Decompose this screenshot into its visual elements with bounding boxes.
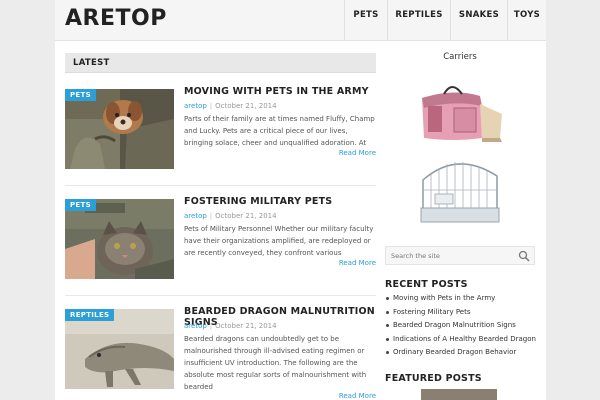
meta-separator: | xyxy=(209,102,213,110)
puppy-soldier-image xyxy=(65,89,174,169)
cat-army-image xyxy=(65,199,174,279)
recent-post-link[interactable]: Moving with Pets in the Army xyxy=(385,294,546,308)
featured-post-thumbnail[interactable] xyxy=(421,389,497,400)
post-title[interactable]: FOSTERING MILITARY PETS xyxy=(184,196,376,207)
meta-separator: | xyxy=(209,322,213,330)
ad-title: Carriers xyxy=(443,52,477,62)
pet-cage-image[interactable] xyxy=(417,150,502,228)
post-divider xyxy=(65,185,376,186)
post-author[interactable]: aretop xyxy=(184,102,207,110)
post-thumbnail[interactable]: REPTILES xyxy=(65,309,174,389)
post-excerpt: Parts of their family are at times named… xyxy=(184,115,375,147)
search-input[interactable] xyxy=(386,247,516,264)
post-excerpt: Pets of Military Personnel Whether our m… xyxy=(184,225,374,257)
post-thumbnail[interactable]: PETS xyxy=(65,89,174,169)
category-badge[interactable]: REPTILES xyxy=(65,309,115,321)
post-excerpt: Bearded dragons can undoubtedly get to b… xyxy=(184,335,367,391)
featured-posts-title: FEATURED POSTS xyxy=(385,373,482,384)
recent-post-link[interactable]: Ordinary Bearded Dragon Behavior xyxy=(385,348,546,362)
post-title[interactable]: MOVING WITH PETS IN THE ARMY xyxy=(184,86,376,97)
recent-post-link[interactable]: Fostering Military Pets xyxy=(385,308,546,322)
sidebar: Carriers Search the site RECENT POSTS Mo… xyxy=(385,0,546,400)
recent-post-link[interactable]: Bearded Dragon Malnutrition Signs xyxy=(385,321,546,335)
read-more-link[interactable]: Read More xyxy=(339,259,376,267)
bearded-dragon-image xyxy=(65,309,174,389)
nav-item-pets[interactable]: PETS xyxy=(344,0,387,41)
recent-post-link[interactable]: Indications of A Healthy Bearded Dragon xyxy=(385,335,546,349)
post-author[interactable]: aretop xyxy=(184,322,207,330)
pet-carrier-image[interactable] xyxy=(414,80,505,146)
post-author[interactable]: aretop xyxy=(184,212,207,220)
page: ARETOP PETS REPTILES SNAKES TOYS LATEST xyxy=(55,0,546,400)
meta-separator: | xyxy=(209,212,213,220)
post-date: October 21, 2014 xyxy=(215,212,277,220)
post-date: October 21, 2014 xyxy=(215,102,277,110)
search-box xyxy=(385,246,535,265)
category-badge[interactable]: PETS xyxy=(65,199,96,211)
site-logo[interactable]: ARETOP xyxy=(65,6,167,31)
read-more-link[interactable]: Read More xyxy=(339,392,376,400)
category-badge[interactable]: PETS xyxy=(65,89,96,101)
read-more-link[interactable]: Read More xyxy=(339,149,376,157)
post-meta: aretop | October 21, 2014 xyxy=(184,102,277,110)
recent-posts-title: RECENT POSTS xyxy=(385,279,468,290)
post-meta: aretop | October 21, 2014 xyxy=(184,212,277,220)
post-meta: aretop | October 21, 2014 xyxy=(184,322,277,330)
recent-posts-list: Moving with Pets in the Army Fostering M… xyxy=(385,294,546,362)
post-thumbnail[interactable]: PETS xyxy=(65,199,174,279)
search-icon[interactable] xyxy=(518,250,530,262)
post-divider xyxy=(65,295,376,296)
post-date: October 21, 2014 xyxy=(215,322,277,330)
latest-heading: LATEST xyxy=(65,53,376,73)
